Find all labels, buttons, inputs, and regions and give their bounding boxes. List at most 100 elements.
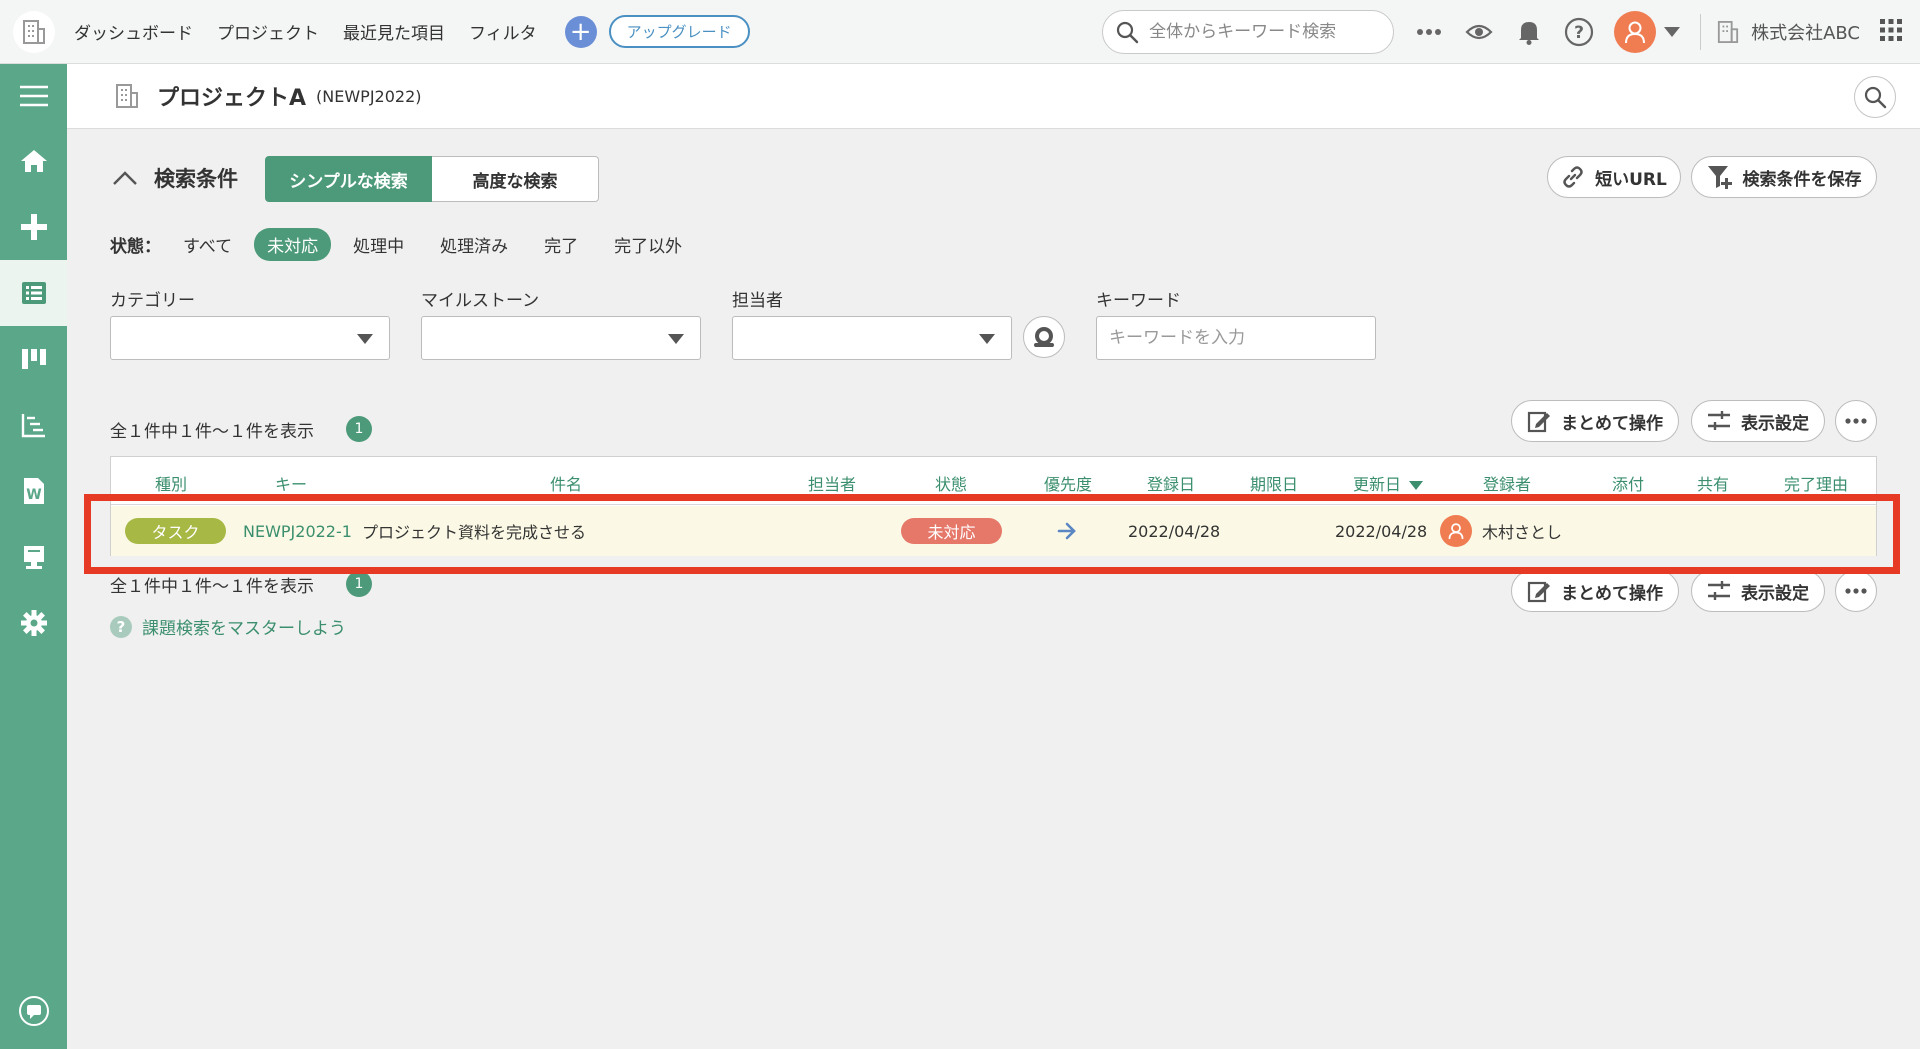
add-issue-icon bbox=[20, 214, 47, 240]
issue-key-link[interactable]: NEWPJ2022-1 bbox=[243, 522, 352, 541]
sidebar-chat[interactable] bbox=[0, 995, 67, 1027]
project-header: プロジェクトA (NEWPJ2022) bbox=[67, 64, 1920, 129]
sidebar-item-files[interactable] bbox=[0, 524, 67, 590]
more-options-button-bottom[interactable] bbox=[1835, 570, 1877, 612]
space-logo[interactable] bbox=[0, 0, 68, 64]
plus-icon: + bbox=[569, 16, 592, 47]
nav-recent-items[interactable]: 最近見た項目 bbox=[343, 19, 445, 44]
column-header-type[interactable]: 種別 bbox=[155, 471, 187, 495]
sidebar-item-home[interactable] bbox=[0, 128, 67, 194]
menu-icon bbox=[19, 85, 48, 107]
sidebar-item-wiki[interactable]: W bbox=[0, 458, 67, 524]
table-row[interactable]: タスク NEWPJ2022-1 プロジェクト資料を完成させる 未対応 2022/… bbox=[111, 506, 1876, 556]
nav-dashboard[interactable]: ダッシュボード bbox=[74, 19, 193, 44]
project-key: (NEWPJ2022) bbox=[316, 86, 422, 106]
keyword-input[interactable] bbox=[1096, 316, 1376, 360]
search-conditions-toggle[interactable]: 検索条件 bbox=[112, 163, 238, 193]
cell-created: 2022/04/28 bbox=[1128, 506, 1220, 556]
cell-priority bbox=[1057, 506, 1077, 556]
milestone-label: マイルストーン bbox=[421, 291, 540, 311]
column-header-status[interactable]: 状態 bbox=[935, 471, 967, 495]
watch-button[interactable] bbox=[1464, 17, 1494, 47]
display-settings-button[interactable]: 表示設定 bbox=[1691, 400, 1825, 442]
category-select[interactable] bbox=[110, 316, 390, 360]
bulk-edit-button[interactable]: まとめて操作 bbox=[1511, 400, 1679, 442]
column-header-created[interactable]: 登録日 bbox=[1147, 471, 1195, 495]
add-button[interactable]: + bbox=[564, 15, 597, 48]
nav-filters[interactable]: フィルタ bbox=[469, 19, 537, 44]
sidebar-item-settings[interactable] bbox=[0, 590, 67, 656]
column-header-due[interactable]: 期限日 bbox=[1250, 471, 1298, 495]
nav-projects[interactable]: プロジェクト bbox=[217, 19, 319, 44]
status-option-not-closed[interactable]: 完了以外 bbox=[614, 232, 682, 257]
divider bbox=[1700, 14, 1702, 50]
column-header-subject[interactable]: 件名 bbox=[550, 471, 582, 495]
milestone-select[interactable] bbox=[421, 316, 701, 360]
column-header-registrant[interactable]: 登録者 bbox=[1483, 471, 1531, 495]
column-header-key[interactable]: キー bbox=[275, 471, 307, 495]
status-option-open[interactable]: 未対応 bbox=[254, 228, 332, 261]
status-option-all[interactable]: すべて bbox=[183, 232, 232, 257]
dropdown-arrow-icon bbox=[668, 334, 684, 344]
bulk-edit-label: まとめて操作 bbox=[1561, 413, 1663, 434]
sidebar-item-gantt[interactable] bbox=[0, 392, 67, 458]
bulk-edit-label: まとめて操作 bbox=[1561, 583, 1663, 604]
status-option-in-progress[interactable]: 処理中 bbox=[353, 232, 404, 257]
help-button[interactable]: ? bbox=[1564, 17, 1594, 47]
global-search-box[interactable] bbox=[1102, 10, 1395, 54]
status-option-closed[interactable]: 完了 bbox=[544, 232, 578, 257]
issue-list-icon bbox=[21, 282, 46, 304]
sidebar: W bbox=[0, 64, 67, 1049]
user-avatar-button[interactable] bbox=[1614, 11, 1657, 53]
issue-table: 種別 キー 件名 担当者 状態 優先度 登録日 期限日 更新日 登録者 添付 共… bbox=[110, 456, 1877, 556]
global-search-input[interactable] bbox=[1149, 22, 1370, 42]
sidebar-item-add-issue[interactable] bbox=[0, 194, 67, 260]
company-switcher[interactable]: 株式会社ABC bbox=[1717, 19, 1860, 45]
sidebar-item-issues[interactable] bbox=[0, 260, 67, 326]
column-header-priority[interactable]: 優先度 bbox=[1044, 471, 1092, 495]
registrant-name: 木村さとし bbox=[1482, 523, 1563, 542]
search-help-link[interactable]: ? 課題検索をマスターしよう bbox=[110, 614, 346, 639]
assignee-select[interactable] bbox=[732, 316, 1012, 360]
home-icon bbox=[20, 150, 47, 172]
bulk-edit-button-bottom[interactable]: まとめて操作 bbox=[1511, 570, 1679, 612]
sidebar-menu-toggle[interactable] bbox=[0, 64, 67, 128]
chevron-down-icon[interactable] bbox=[1664, 27, 1681, 37]
column-header-updated[interactable]: 更新日 bbox=[1353, 471, 1424, 495]
short-url-button[interactable]: 短いURL bbox=[1547, 156, 1681, 198]
more-horizontal-icon bbox=[1845, 588, 1867, 594]
display-settings-button-bottom[interactable]: 表示設定 bbox=[1691, 570, 1825, 612]
more-horizontal-icon bbox=[1417, 29, 1442, 35]
chat-icon bbox=[18, 996, 49, 1026]
status-filter-label: 状態： bbox=[110, 237, 161, 257]
column-header-attachment[interactable]: 添付 bbox=[1612, 471, 1644, 495]
upgrade-button[interactable]: アップグレード bbox=[608, 15, 750, 48]
svg-text:?: ? bbox=[1574, 23, 1584, 43]
status-option-resolved[interactable]: 処理済み bbox=[440, 232, 508, 257]
column-header-resolution[interactable]: 完了理由 bbox=[1784, 471, 1848, 495]
help-icon: ? bbox=[110, 615, 132, 638]
apps-button[interactable] bbox=[1880, 18, 1902, 46]
more-options-button[interactable] bbox=[1835, 400, 1877, 442]
cell-type: タスク bbox=[125, 506, 226, 556]
result-count-text: 全１件中１件〜１件を表示 bbox=[110, 421, 314, 442]
project-search-button[interactable] bbox=[1854, 76, 1896, 118]
board-icon bbox=[21, 349, 46, 369]
notifications-button[interactable] bbox=[1514, 17, 1544, 47]
simple-search-tab[interactable]: シンプルな検索 bbox=[265, 156, 432, 202]
edit-icon bbox=[1527, 581, 1550, 603]
issue-subject-link[interactable]: プロジェクト資料を完成させる bbox=[362, 519, 586, 543]
advanced-search-tab[interactable]: 高度な検索 bbox=[432, 156, 599, 202]
sidebar-item-board[interactable] bbox=[0, 326, 67, 392]
save-search-button[interactable]: 検索条件を保存 bbox=[1691, 156, 1877, 198]
column-header-assignee[interactable]: 担当者 bbox=[808, 471, 856, 495]
short-url-label: 短いURL bbox=[1595, 169, 1667, 190]
more-button[interactable] bbox=[1414, 17, 1444, 47]
person-icon bbox=[1034, 327, 1054, 347]
assign-to-me-button[interactable] bbox=[1023, 316, 1065, 358]
arrow-right-icon bbox=[1057, 522, 1076, 540]
column-header-shared[interactable]: 共有 bbox=[1697, 471, 1729, 495]
filter-add-icon bbox=[1707, 166, 1732, 189]
project-title[interactable]: プロジェクトA bbox=[157, 80, 306, 112]
edit-icon bbox=[1527, 411, 1550, 433]
